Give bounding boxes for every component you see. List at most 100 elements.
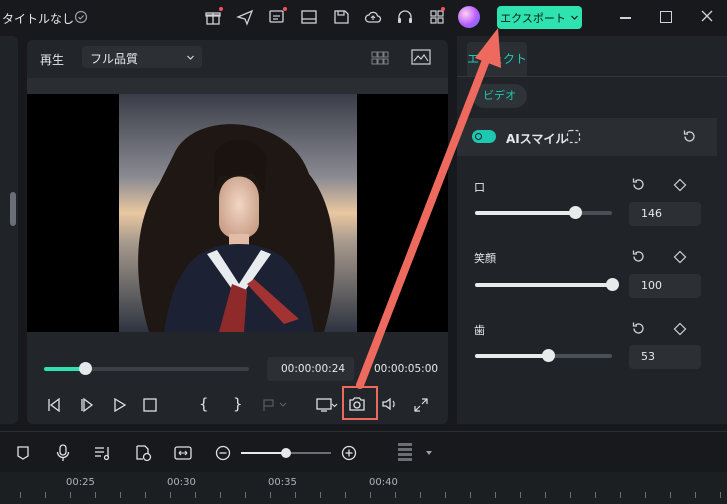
tab-effect[interactable]: エフェクト [467, 42, 527, 76]
ruler-tick [670, 492, 671, 498]
smile-slider[interactable] [475, 278, 619, 291]
ruler-tick [45, 492, 46, 498]
slider-knob[interactable] [541, 349, 555, 362]
zoom-fill [241, 452, 286, 454]
track-settings-icon[interactable] [397, 442, 413, 464]
export-button[interactable]: エクスポート [497, 6, 582, 29]
marker-flag-icon[interactable] [16, 445, 30, 461]
title-bar: タイトルなし エクスポート [0, 0, 727, 36]
check-circle-icon [74, 10, 88, 24]
image-icon[interactable] [411, 49, 431, 65]
ruler-tick [170, 492, 171, 498]
step-back-icon[interactable] [46, 397, 62, 413]
mouth-slider[interactable] [475, 206, 612, 219]
divider [0, 431, 727, 432]
display-settings-icon[interactable] [316, 397, 338, 413]
avatar-icon[interactable] [458, 6, 480, 28]
camera-icon[interactable] [348, 396, 366, 412]
reset-icon[interactable] [631, 249, 646, 264]
ruler-tick [470, 492, 471, 498]
fullscreen-icon[interactable] [414, 398, 428, 412]
minimize-icon[interactable] [620, 17, 631, 19]
effect-name: AIスマイル [506, 132, 568, 146]
chevron-down-icon [570, 13, 579, 22]
teeth-slider[interactable] [475, 349, 612, 362]
current-time: 00:00:00:24 [281, 363, 346, 375]
volume-icon[interactable] [381, 396, 399, 412]
progress-track[interactable] [44, 362, 249, 375]
zoom-knob[interactable] [281, 448, 291, 458]
preview-frame [119, 94, 357, 332]
keyframe-icon[interactable] [673, 322, 687, 336]
save-icon[interactable] [332, 8, 350, 26]
ruler-tick [120, 492, 121, 498]
ruler-label: 00:30 [167, 477, 196, 488]
keyframe-icon[interactable] [673, 250, 687, 264]
quality-label: フル品質 [90, 52, 139, 66]
zoom-in-icon[interactable] [341, 445, 357, 461]
headset-icon[interactable] [396, 8, 414, 26]
music-list-icon[interactable] [94, 445, 112, 461]
slider-fill [475, 283, 612, 287]
ruler-tick [695, 492, 696, 498]
reset-icon[interactable] [631, 321, 646, 336]
zoom-slider[interactable] [241, 448, 331, 458]
media-replace-icon[interactable] [134, 444, 152, 462]
timeline-ruler[interactable] [0, 472, 727, 504]
cloud-icon[interactable] [364, 8, 382, 26]
effect-toggle[interactable] [472, 130, 496, 143]
quality-select[interactable]: フル品質 [82, 46, 202, 68]
marker-icon[interactable] [262, 398, 288, 412]
ruler-tick [645, 492, 646, 498]
ruler-tick [370, 492, 371, 498]
stop-icon[interactable] [143, 398, 157, 412]
play-icon[interactable] [112, 397, 128, 413]
play-tab[interactable]: 再生 [40, 51, 64, 68]
caret-down-icon[interactable] [425, 450, 433, 456]
reset-icon[interactable] [631, 177, 646, 192]
teeth-value-field[interactable]: 53 [629, 345, 701, 369]
param-label-teeth: 歯 [474, 324, 485, 337]
ruler-tick [245, 492, 246, 498]
ruler-tick [345, 492, 346, 498]
close-icon[interactable] [700, 9, 714, 23]
step-forward-icon[interactable] [79, 397, 95, 413]
ruler-tick [320, 492, 321, 498]
time-separator: / [363, 362, 367, 375]
ruler-tick [420, 492, 421, 498]
progress-knob[interactable] [79, 362, 92, 375]
video-pill[interactable]: ビデオ [472, 84, 527, 108]
slider-knob[interactable] [606, 278, 619, 291]
ruler-tick [545, 492, 546, 498]
scrollbar-thumb[interactable] [10, 192, 16, 226]
ruler-tick [445, 492, 446, 498]
notification-dot [441, 7, 445, 11]
grid-view-icon[interactable] [371, 51, 389, 65]
ruler-tick [95, 492, 96, 498]
mark-out-icon[interactable]: } [233, 395, 243, 413]
ruler-label: 00:25 [66, 477, 95, 488]
ruler-tick [720, 492, 721, 498]
ruler-tick [220, 492, 221, 498]
keyframe-icon[interactable] [673, 178, 687, 192]
fit-icon[interactable] [174, 445, 192, 461]
current-time-box[interactable]: 00:00:00:24 [267, 357, 354, 381]
slider-fill [475, 211, 575, 215]
zoom-out-icon[interactable] [215, 445, 231, 461]
ruler-tick [570, 492, 571, 498]
mark-in-icon[interactable]: { [199, 395, 209, 413]
slider-knob[interactable] [569, 206, 582, 219]
smile-value-field[interactable]: 100 [629, 274, 701, 298]
send-icon[interactable] [236, 8, 254, 26]
slider-fill [475, 354, 548, 358]
mouth-value-field[interactable]: 146 [629, 202, 701, 226]
project-title[interactable]: タイトルなし [2, 10, 74, 27]
ruler-tick [595, 492, 596, 498]
microphone-icon[interactable] [55, 444, 71, 462]
effect-header-row: AIスマイル [457, 118, 717, 156]
face-frame-icon[interactable] [566, 129, 581, 144]
layout-icon[interactable] [300, 8, 318, 26]
ruler-tick [520, 492, 521, 498]
reset-icon[interactable] [682, 129, 697, 144]
maximize-icon[interactable] [660, 11, 672, 23]
